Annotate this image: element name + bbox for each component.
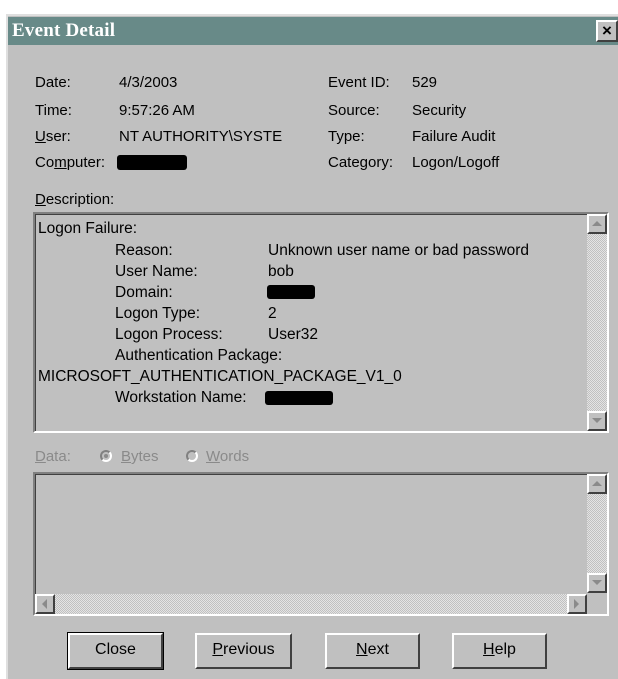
redacted-workstation: [265, 391, 333, 405]
auth-package-value: MICROSOFT_AUTHENTICATION_PACKAGE_V1_0: [38, 368, 402, 385]
scroll-down-arrow-icon[interactable]: [587, 573, 607, 593]
type-value: Failure Audit: [412, 128, 496, 145]
description-label: Description:: [35, 191, 115, 208]
description-vertical-scrollbar[interactable]: [587, 214, 607, 431]
user-value: NT AUTHORITY\SYSTE: [119, 128, 283, 145]
workstation-label: Workstation Name:: [115, 389, 247, 406]
category-label: Category:: [328, 154, 394, 171]
close-button[interactable]: Close: [67, 632, 164, 670]
description-heading: Logon Failure:: [38, 220, 138, 237]
logon-type-label: Logon Type:: [115, 305, 201, 322]
close-icon[interactable]: ×: [596, 20, 618, 42]
scroll-up-arrow-icon[interactable]: [587, 214, 607, 234]
logon-process-label: Logon Process:: [115, 326, 223, 343]
reason-value: Unknown user name or bad password: [268, 242, 530, 259]
description-textbox[interactable]: Logon Failure: Reason: Unknown user name…: [33, 212, 609, 433]
bytes-radio[interactable]: [100, 450, 112, 462]
domain-label: Domain:: [115, 284, 173, 301]
redacted-computer-name: [117, 155, 187, 170]
scroll-left-arrow-icon[interactable]: [35, 594, 55, 614]
reason-label: Reason:: [115, 242, 173, 259]
scroll-right-arrow-icon[interactable]: [567, 594, 587, 614]
event-id-label: Event ID:: [328, 74, 390, 91]
next-button[interactable]: Next: [325, 633, 420, 669]
help-button[interactable]: Help: [452, 633, 547, 669]
computer-label: Computer:: [35, 154, 106, 171]
words-radio[interactable]: [186, 450, 198, 462]
scroll-down-arrow-icon[interactable]: [587, 411, 607, 431]
type-label: Type:: [328, 128, 365, 145]
date-value: 4/3/2003: [119, 74, 178, 91]
date-label: Date:: [35, 74, 71, 91]
title-bar[interactable]: Event Detail ×: [8, 17, 618, 45]
event-id-value: 529: [412, 74, 438, 91]
data-textbox[interactable]: [33, 472, 609, 616]
time-value: 9:57:26 AM: [119, 102, 195, 119]
bytes-label: Bytes: [121, 448, 159, 465]
category-value: Logon/Logoff: [412, 154, 500, 171]
logon-type-value: 2: [268, 305, 277, 322]
scroll-up-arrow-icon[interactable]: [587, 474, 607, 494]
previous-button[interactable]: Previous: [195, 633, 292, 669]
time-label: Time:: [35, 102, 72, 119]
data-label: Data:: [35, 448, 71, 465]
data-horizontal-scrollbar[interactable]: [35, 594, 587, 614]
user-name-value: bob: [268, 263, 294, 280]
source-value: Security: [412, 102, 467, 119]
auth-package-label: Authentication Package:: [115, 347, 283, 364]
data-vertical-scrollbar[interactable]: [587, 474, 607, 593]
source-label: Source:: [328, 102, 380, 119]
words-label: Words: [206, 448, 250, 465]
user-label: User:: [35, 128, 71, 145]
logon-process-value: User32: [268, 326, 318, 343]
window-title: Event Detail: [12, 20, 116, 41]
redacted-domain: [267, 285, 315, 299]
user-name-label: User Name:: [115, 263, 198, 280]
